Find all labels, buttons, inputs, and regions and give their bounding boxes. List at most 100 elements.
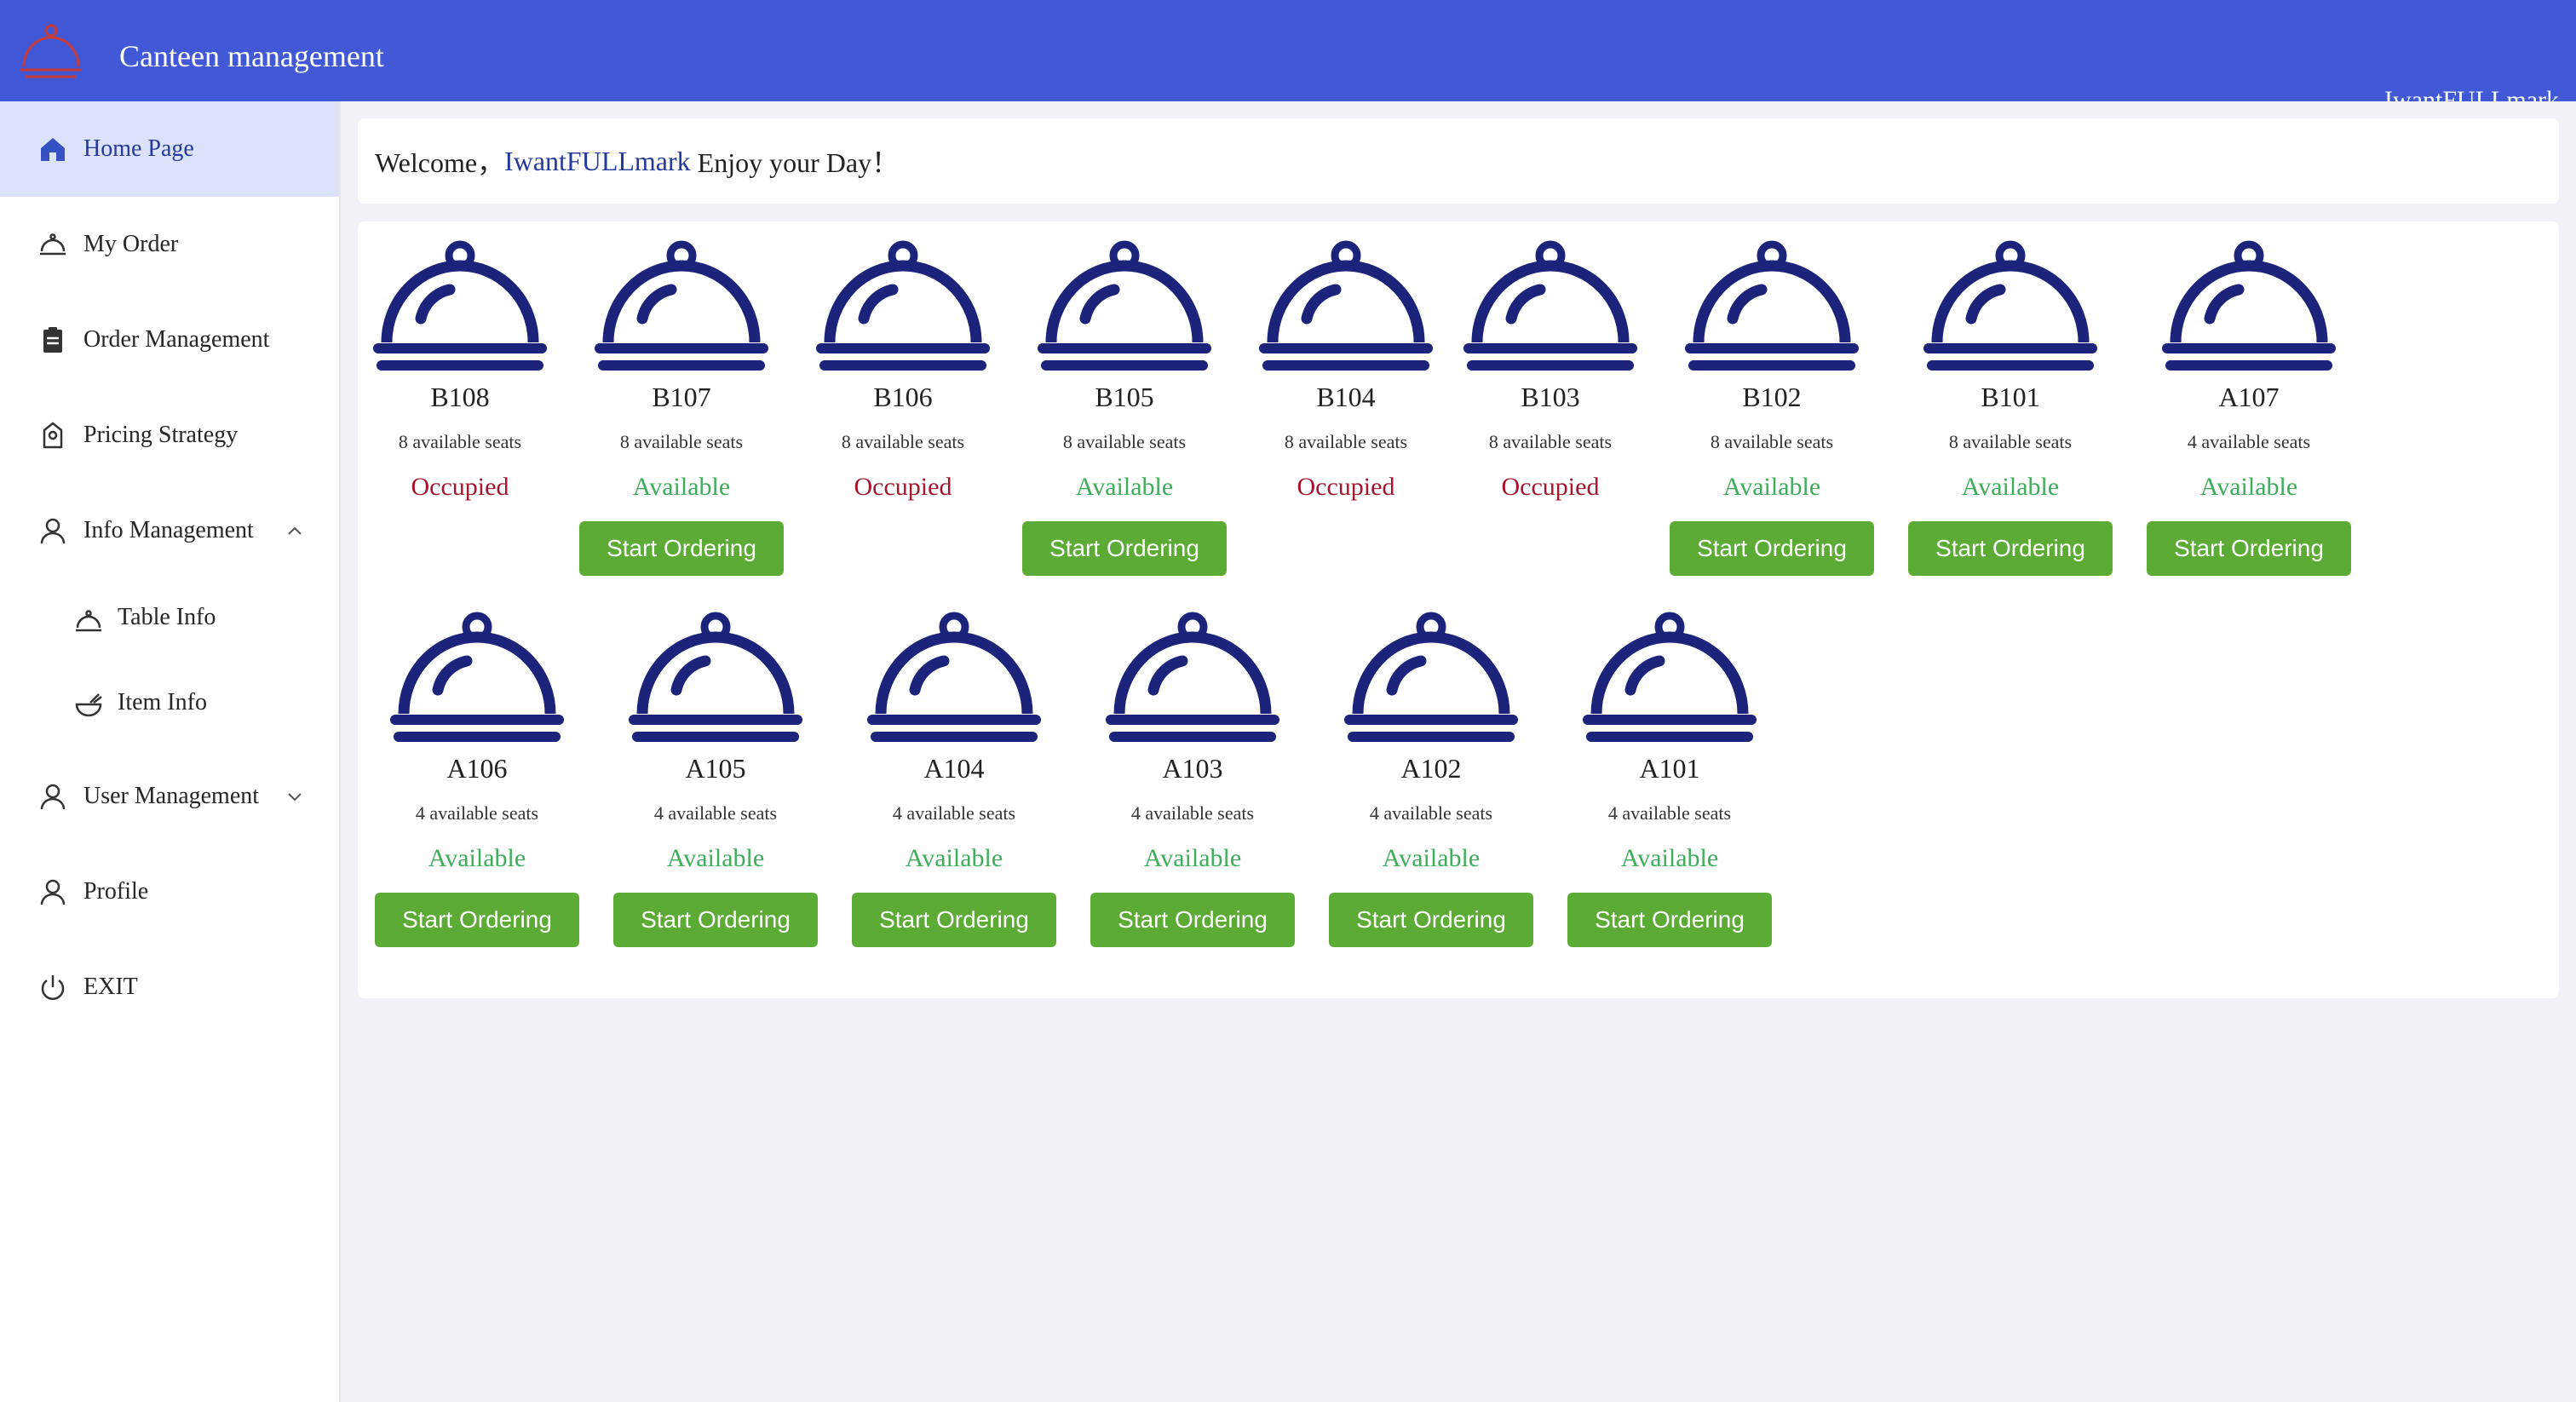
- cloche-icon: [1685, 240, 1859, 371]
- table-name: A104: [923, 753, 985, 784]
- sidebar: Home Page My Order Order Management Pric…: [0, 101, 341, 1402]
- table-name: B108: [430, 382, 490, 412]
- cloche-icon: [1038, 240, 1211, 371]
- table-status: Occupied: [1297, 473, 1395, 501]
- table-status: Available: [1961, 473, 2060, 501]
- table-status: Available: [428, 844, 526, 872]
- table-card: A104 4 available seats Available Start Orde…: [852, 593, 1056, 951]
- cloche-icon: [629, 612, 802, 742]
- table-card: B103 8 available seats Occupied: [1448, 221, 1653, 579]
- sidebar-item-label: EXIT: [83, 974, 138, 1000]
- sidebar-item-label: Home Page: [83, 135, 194, 162]
- table-status: Occupied: [854, 473, 952, 501]
- cloche-logo-icon: [20, 24, 82, 78]
- table-card: A107 4 available seats Available Start Orde…: [2147, 221, 2351, 579]
- welcome-prefix: Welcome，: [375, 147, 505, 178]
- sidebar-item-order-management[interactable]: Order Management: [0, 292, 339, 388]
- table-status: Available: [1075, 473, 1174, 501]
- price-tag-icon: [43, 422, 63, 449]
- welcome-username: IwantFULLmark: [504, 145, 691, 176]
- start-ordering-button[interactable]: Start Ordering: [1090, 893, 1295, 947]
- table-seats: 4 available seats: [2187, 431, 2311, 452]
- table-card: A103 4 available seats Available Start Orde…: [1090, 593, 1295, 951]
- table-name: B102: [1742, 382, 1802, 412]
- table-status: Occupied: [411, 473, 509, 501]
- user-menu[interactable]: IwantFULLmark: [2384, 82, 2559, 101]
- table-name: A105: [685, 753, 746, 784]
- start-ordering-button[interactable]: Start Ordering: [375, 893, 579, 947]
- table-seats: 8 available seats: [1488, 431, 1613, 452]
- home-icon: [41, 138, 65, 161]
- start-ordering-button[interactable]: Start Ordering: [2147, 521, 2351, 576]
- table-card: A102 4 available seats Available Start Orde…: [1329, 593, 1533, 951]
- start-ordering-button[interactable]: Start Ordering: [1670, 521, 1874, 576]
- cloche-icon: [867, 612, 1041, 742]
- table-seats: 8 available seats: [1710, 431, 1834, 452]
- table-card: B101 8 available seats Available Start Orde…: [1908, 221, 2113, 579]
- table-status: Available: [2199, 473, 2298, 501]
- table-status: Available: [905, 844, 1003, 872]
- table-card: B105 8 available seats Available Start Orde…: [1022, 221, 1227, 579]
- app-header: Canteen management IwantFULLmark: [0, 0, 2576, 101]
- start-ordering-button[interactable]: Start Ordering: [852, 893, 1056, 947]
- table-seats: 8 available seats: [1284, 431, 1408, 452]
- start-ordering-button[interactable]: Start Ordering: [579, 521, 784, 576]
- sidebar-item-home[interactable]: Home Page: [0, 101, 339, 197]
- table-seats: 4 available seats: [653, 802, 778, 824]
- bowl-icon: [75, 693, 102, 717]
- table-name: B104: [1316, 382, 1376, 412]
- table-seats: 4 available seats: [415, 802, 539, 824]
- cloche-icon: [1344, 612, 1518, 742]
- chevron-down-icon: [288, 793, 302, 802]
- sidebar-item-label: User Management: [83, 783, 260, 809]
- table-seats: 8 available seats: [619, 431, 744, 452]
- table-seats: 8 available seats: [841, 431, 965, 452]
- table-seats: 4 available seats: [892, 802, 1016, 824]
- table-name: B103: [1521, 382, 1580, 412]
- table-card: B108 8 available seats Occupied: [358, 221, 562, 579]
- welcome-suffix: Enjoy your Day！: [690, 147, 900, 178]
- table-name: B106: [873, 382, 933, 412]
- sidebar-item-label: Order Management: [83, 326, 270, 353]
- start-ordering-button[interactable]: Start Ordering: [1022, 521, 1227, 576]
- table-name: B105: [1095, 382, 1154, 412]
- sidebar-item-label: My Order: [83, 231, 179, 257]
- sidebar-item-profile[interactable]: Profile: [0, 844, 339, 939]
- table-seats: 8 available seats: [1948, 431, 2073, 452]
- cloche-icon: [1259, 240, 1433, 371]
- table-card: A101 4 available seats Available Start Orde…: [1567, 593, 1772, 951]
- sidebar-item-label: Pricing Strategy: [83, 422, 239, 448]
- sidebar-item-my-order[interactable]: My Order: [0, 197, 339, 292]
- table-card: B104 8 available seats Occupied: [1244, 221, 1448, 579]
- app-title: Canteen management: [119, 39, 384, 73]
- table-status: Available: [632, 473, 731, 501]
- table-seats: 8 available seats: [1062, 431, 1187, 452]
- cloche-icon: [1106, 612, 1279, 742]
- user-icon: [40, 784, 66, 810]
- start-ordering-button[interactable]: Start Ordering: [1567, 893, 1772, 947]
- cloche-icon: [1923, 240, 2097, 371]
- sidebar-item-label: Info Management: [83, 517, 254, 543]
- cloche-icon: [1583, 612, 1757, 742]
- start-ordering-button[interactable]: Start Ordering: [613, 893, 818, 947]
- sidebar-subitem-label: Item Info: [118, 689, 207, 715]
- start-ordering-button[interactable]: Start Ordering: [1908, 521, 2113, 576]
- table-seats: 4 available seats: [1130, 802, 1255, 824]
- table-status: Available: [1382, 844, 1481, 872]
- start-ordering-button[interactable]: Start Ordering: [1329, 893, 1533, 947]
- sidebar-item-info-management[interactable]: Info Management: [0, 483, 339, 578]
- sidebar-subitem-item-info[interactable]: Item Info: [0, 664, 339, 749]
- user-icon: [40, 518, 66, 544]
- user-icon: [40, 879, 66, 905]
- cloche-icon: [816, 240, 990, 371]
- table-name: B107: [652, 382, 711, 412]
- sidebar-item-user-management[interactable]: User Management: [0, 749, 339, 844]
- table-card: A105 4 available seats Available Start Orde…: [613, 593, 818, 951]
- sidebar-item-exit[interactable]: EXIT: [0, 939, 339, 1035]
- sidebar-subitem-table-info[interactable]: Table Info: [0, 578, 339, 664]
- cloche-icon: [2162, 240, 2336, 371]
- cloche-icon: [595, 240, 768, 371]
- sidebar-item-label: Profile: [83, 878, 149, 905]
- welcome-card: Welcome， IwantFULLmark Enjoy your Day！: [358, 118, 2559, 204]
- sidebar-item-pricing-strategy[interactable]: Pricing Strategy: [0, 388, 339, 483]
